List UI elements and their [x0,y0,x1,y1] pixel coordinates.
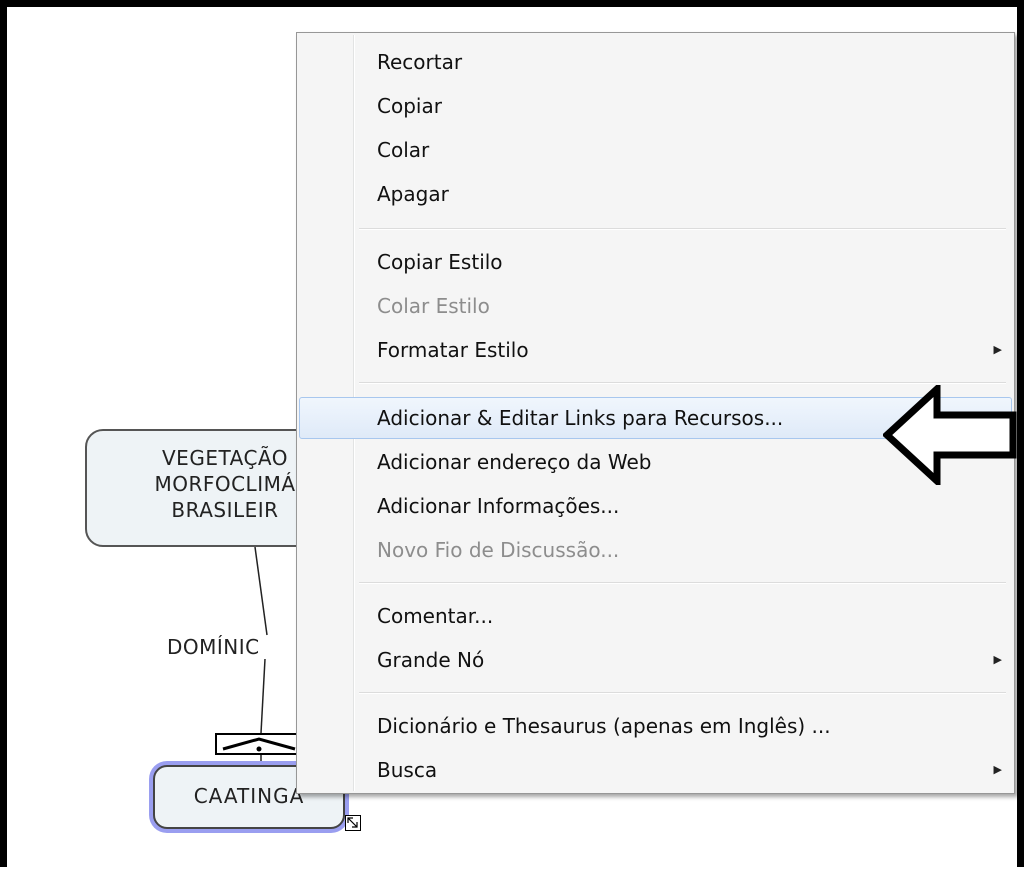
hollow-arrow-left-icon [883,385,1017,485]
menu-item-label: Adicionar endereço da Web [377,450,652,474]
linking-phrase[interactable]: DOMÍNIC [167,635,260,659]
menu-item-formatar-estilo[interactable]: Formatar Estilo ▶ [299,329,1012,371]
submenu-arrow-icon: ▶ [993,343,1002,356]
menu-item-label: Recortar [377,50,463,74]
menu-item-label: Grande Nó [377,648,485,672]
menu-item-label: Busca [377,758,438,782]
menu-item-colar[interactable]: Colar [299,129,1012,171]
menu-item-dicionario-thesaurus[interactable]: Dicionário e Thesaurus (apenas em Inglês… [299,705,1012,747]
menu-item-recortar[interactable]: Recortar [299,41,1012,83]
menu-item-grande-no[interactable]: Grande Nó ▶ [299,639,1012,681]
menu-item-label: Copiar [377,94,442,118]
menu-item-adicionar-informacoes[interactable]: Adicionar Informações... [299,485,1012,527]
menu-item-label: Adicionar Informações... [377,494,620,518]
menu-item-label: Dicionário e Thesaurus (apenas em Inglês… [377,714,831,738]
menu-separator [359,582,1006,584]
submenu-arrow-icon: ▶ [993,763,1002,776]
arrowhead-icon [222,737,296,752]
menu-item-label: Comentar... [377,604,494,628]
resize-handle-icon[interactable] [345,815,361,831]
menu-item-copiar[interactable]: Copiar [299,85,1012,127]
menu-separator [359,228,1006,230]
menu-item-label: Adicionar & Editar Links para Recursos..… [377,406,784,430]
menu-item-apagar[interactable]: Apagar [299,173,1012,215]
menu-separator [359,692,1006,694]
menu-item-label: Novo Fio de Discussão... [377,538,620,562]
menu-item-label: Formatar Estilo [377,338,529,362]
menu-item-novo-fio-discussao: Novo Fio de Discussão... [299,529,1012,571]
submenu-arrow-icon: ▶ [993,653,1002,666]
menu-item-copiar-estilo[interactable]: Copiar Estilo [299,241,1012,283]
menu-item-label: Colar [377,138,430,162]
menu-separator [359,382,1006,384]
menu-item-label: Copiar Estilo [377,250,503,274]
menu-item-label: Apagar [377,182,449,206]
link-arrow-box[interactable] [215,733,303,755]
menu-item-busca[interactable]: Busca ▶ [299,749,1012,791]
menu-item-comentar[interactable]: Comentar... [299,595,1012,637]
menu-item-colar-estilo: Colar Estilo [299,285,1012,327]
menu-item-label: Colar Estilo [377,294,490,318]
screenshot-frame: VEGETAÇÃO MORFOCLIMÁ BRASILEIR DOMÍNIC C… [0,0,1024,867]
